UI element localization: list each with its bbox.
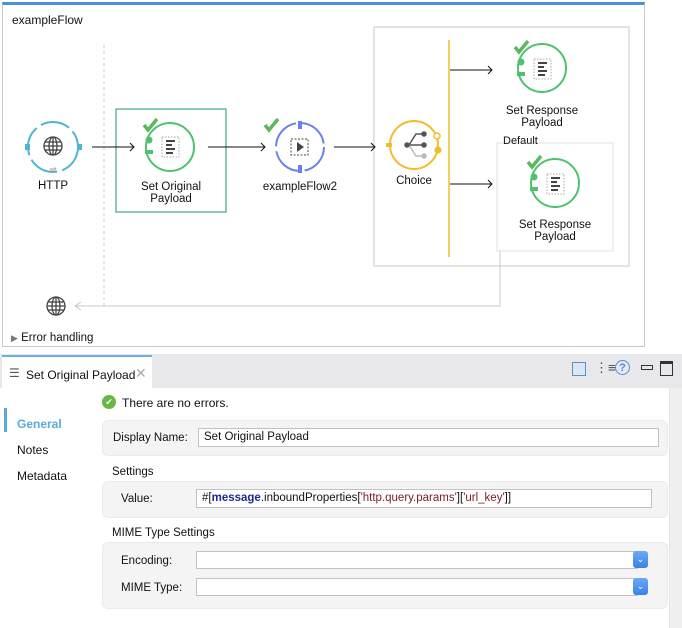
http-node: ⇌	[25, 121, 82, 175]
label-line: Set Original	[140, 181, 202, 193]
help-icon[interactable]: ?	[615, 360, 630, 375]
properties-panel: ☰ Set Original Payload ✕ ⋮≡ ? General No…	[0, 354, 682, 628]
expr-keyword: message	[211, 492, 261, 504]
tab-bar: ☰ Set Original Payload ✕ ⋮≡ ?	[0, 354, 682, 388]
set-original-payload-node	[142, 117, 195, 172]
maximize-icon[interactable]	[660, 361, 673, 376]
node-label-exampleflow2[interactable]: exampleFlow2	[250, 181, 350, 193]
mime-settings-group: Encoding: ⌄ MIME Type: ⌄	[102, 542, 668, 609]
expr-suffix: ]]	[504, 492, 512, 504]
encoding-select[interactable]	[196, 551, 638, 569]
flow-canvas[interactable]: exampleFlow ⇌ HTTP Set Original Payload …	[2, 2, 645, 347]
display-name-group: Display Name: Set Original Payload	[102, 420, 668, 456]
globe-icon	[43, 136, 63, 156]
node-label-choice[interactable]: Choice	[384, 175, 444, 187]
value-label: Value:	[121, 493, 153, 505]
scrollbar[interactable]	[669, 388, 682, 628]
node-label-set-response-payload-1[interactable]: Set Response Payload	[492, 105, 592, 129]
expr-middle: .inboundProperties[	[260, 492, 361, 504]
success-icon: ✔	[102, 395, 116, 409]
sidebar-item-general[interactable]: General	[17, 417, 62, 431]
expr-string: 'url_key'	[463, 492, 505, 504]
sidebar-item-metadata[interactable]: Metadata	[17, 469, 67, 483]
node-label-http[interactable]: HTTP	[33, 180, 73, 192]
value-expression-field[interactable]: #[message.inboundProperties['http.query.…	[196, 489, 652, 508]
sidebar-item-notes[interactable]: Notes	[17, 443, 48, 457]
minimize-icon[interactable]	[641, 365, 653, 370]
node-label-set-response-payload-2[interactable]: Set Response Payload	[505, 219, 605, 243]
chevron-down-icon[interactable]: ⌄	[633, 551, 648, 568]
general-settings: ✔ There are no errors. Display Name: Set…	[90, 388, 682, 628]
display-name-field[interactable]: Set Original Payload	[198, 428, 659, 447]
label-line: Payload	[534, 231, 576, 243]
settings-group: Value: #[message.inboundProperties['http…	[102, 481, 668, 518]
exampleflow2-node	[263, 117, 325, 173]
choice-node	[386, 120, 442, 170]
settings-header: Settings	[112, 466, 154, 478]
choice-icon	[404, 131, 427, 159]
set-response-payload-node-1	[513, 39, 567, 93]
chevron-down-icon[interactable]: ⌄	[633, 578, 648, 595]
label-line: Set Response	[505, 105, 579, 117]
status-message: There are no errors.	[122, 396, 229, 410]
response-path	[75, 250, 501, 307]
flow-diagram: ⇌	[25, 26, 630, 316]
close-icon[interactable]: ✕	[135, 365, 147, 382]
tab-title: Set Original Payload	[26, 368, 136, 382]
display-name-label: Display Name:	[113, 432, 188, 444]
error-handling-toggle[interactable]: ▶ Error handling	[11, 332, 93, 344]
expr-prefix: #[	[202, 492, 212, 504]
label-line: Set Response	[518, 219, 592, 231]
label-line: Payload	[150, 193, 192, 205]
expand-triangle-icon: ▶	[11, 333, 18, 343]
encoding-label: Encoding:	[121, 555, 173, 567]
set-payload-icon: ☰	[9, 366, 20, 380]
expr-string: 'http.query.params'	[360, 492, 457, 504]
mime-type-label: MIME Type:	[121, 582, 183, 594]
tab-set-original-payload[interactable]: ☰ Set Original Payload ✕	[2, 355, 152, 388]
properties-sidebar: General Notes Metadata	[0, 388, 91, 628]
label-line: Payload	[521, 117, 563, 129]
properties-content: General Notes Metadata ✔ There are no er…	[0, 388, 682, 628]
save-icon[interactable]	[572, 362, 586, 376]
selection-indicator	[4, 408, 7, 432]
tree-icon[interactable]: ⋮≡	[595, 360, 616, 376]
set-response-payload-node-2	[526, 154, 580, 208]
mime-settings-header: MIME Type Settings	[112, 527, 215, 539]
globe-icon	[46, 296, 66, 316]
exchange-icon: ⇌	[49, 165, 57, 175]
node-label-set-original-payload[interactable]: Set Original Payload	[118, 181, 224, 205]
mime-type-select[interactable]	[196, 578, 638, 596]
default-route-label: Default	[503, 135, 538, 147]
check-icon	[263, 117, 280, 133]
error-handling-label: Error handling	[21, 332, 94, 344]
